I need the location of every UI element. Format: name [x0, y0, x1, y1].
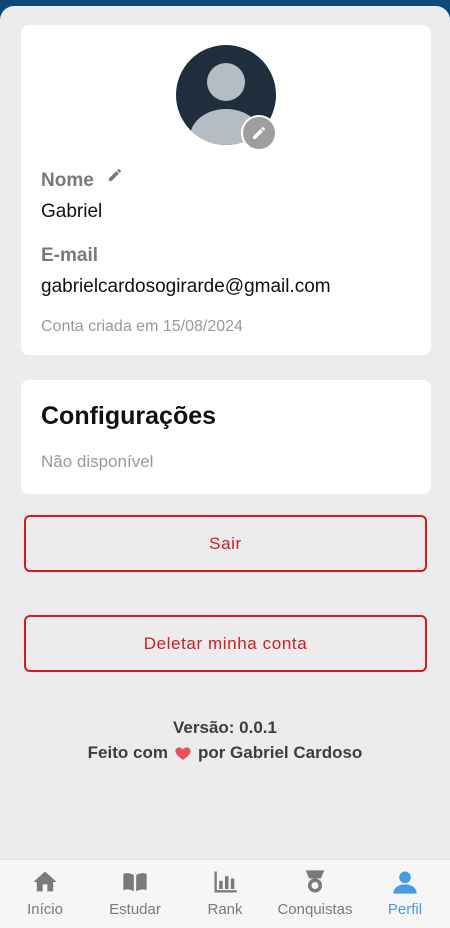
settings-title: Configurações	[41, 402, 217, 430]
pencil-icon	[253, 126, 266, 139]
bar-chart-icon	[214, 871, 237, 893]
made-with-prefix: Feito com	[87, 743, 168, 762]
nav-label: Perfil	[387, 901, 423, 918]
nav-item-rank[interactable]: Rank	[180, 860, 270, 918]
settings-status: Não disponível	[41, 452, 154, 471]
nav-label: Rank	[207, 901, 243, 918]
made-with-suffix: por Gabriel Cardoso	[197, 743, 363, 762]
nav-item-inicio[interactable]: Início	[0, 860, 90, 918]
nav-item-conquistas[interactable]: Conquistas	[270, 860, 360, 918]
name-label: Nome	[41, 170, 94, 191]
bottom-navigation: Início Estudar Rank Conquistas Perfil	[0, 859, 450, 928]
email-label: E-mail	[41, 245, 99, 266]
heart-icon	[175, 747, 191, 760]
book-icon	[123, 873, 147, 892]
edit-avatar-button[interactable]	[241, 115, 277, 151]
app-screen: Nome Gabriel E-mail gabrielcardosogirard…	[0, 6, 450, 928]
version-text: Versão: 0.0.1	[173, 718, 277, 737]
nav-label: Conquistas	[277, 901, 353, 918]
made-with-text: Feito com por Gabriel Cardoso	[0, 743, 450, 763]
nav-item-perfil[interactable]: Perfil	[360, 860, 450, 918]
name-value: Gabriel	[41, 201, 103, 222]
settings-card: Configurações Não disponível	[21, 380, 431, 494]
account-created-text: Conta criada em 15/08/2024	[41, 318, 243, 335]
logout-button[interactable]: Sair	[24, 515, 427, 572]
nav-item-estudar[interactable]: Estudar	[90, 860, 180, 918]
delete-account-button[interactable]: Deletar minha conta	[24, 615, 427, 672]
pencil-icon	[109, 168, 122, 181]
person-icon	[393, 871, 417, 894]
medal-icon	[305, 870, 325, 893]
profile-card: Nome Gabriel E-mail gabrielcardosogirard…	[21, 25, 431, 355]
edit-name-button[interactable]	[107, 167, 123, 183]
nav-label: Estudar	[109, 901, 161, 918]
home-icon	[33, 871, 57, 892]
email-value: gabrielcardosogirarde@gmail.com	[41, 276, 331, 297]
nav-label: Início	[27, 901, 63, 918]
